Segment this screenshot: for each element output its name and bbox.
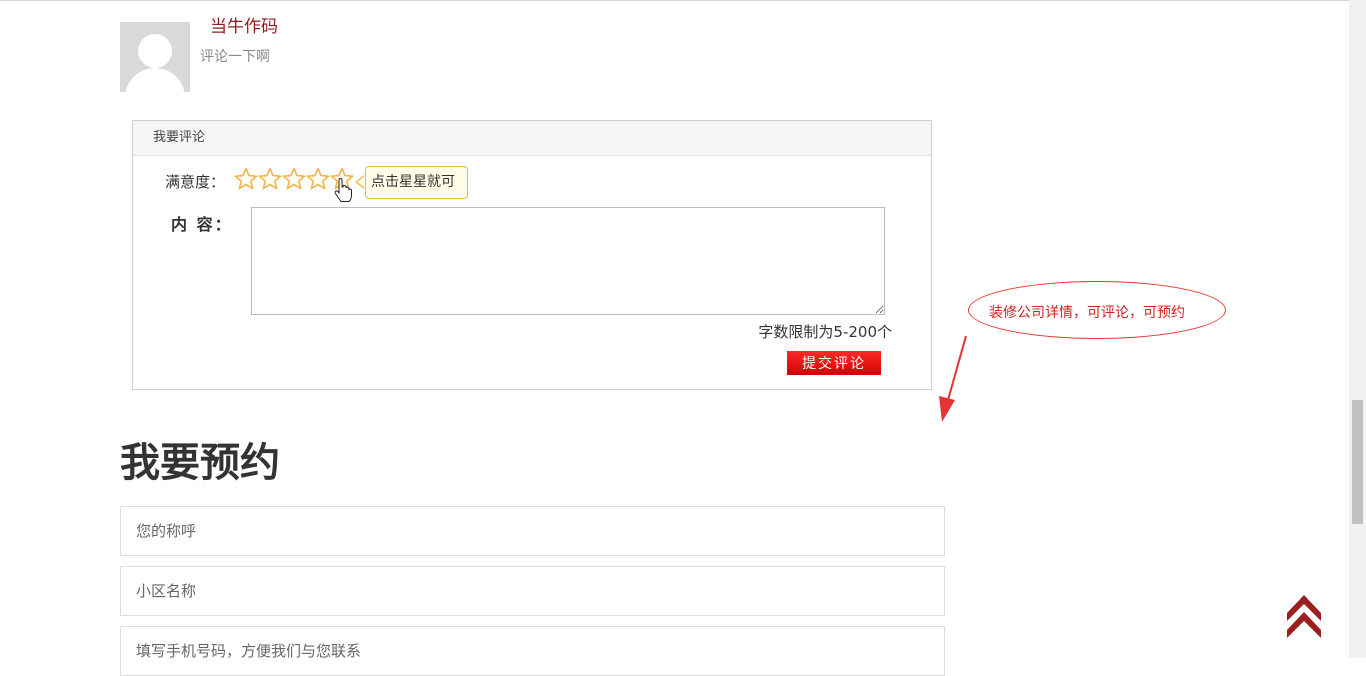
page-scrollbar[interactable] — [1349, 0, 1366, 658]
star-icon[interactable] — [306, 167, 330, 191]
scrollbar-thumb[interactable] — [1352, 400, 1363, 524]
char-limit-text: 字数限制为5-200个 — [758, 323, 892, 341]
comment-content-input[interactable] — [251, 207, 885, 315]
satisfaction-label: 满意度： — [165, 173, 226, 191]
avatar-body-shape — [125, 68, 185, 92]
tooltip-arrow-fill — [357, 176, 365, 188]
annotation-arrow-icon — [939, 335, 967, 422]
hand-pointer-icon — [334, 178, 352, 202]
avatar-head-shape — [138, 34, 172, 68]
comment-author[interactable]: 当牛作码 — [210, 12, 278, 37]
annotation-text: 装修公司详情，可评论，可预约 — [989, 305, 1185, 321]
comment-form: 我要评论 满意度： 点击星星就可 内 容： 字数限制为5-200个 提交评论 — [132, 120, 932, 390]
name-input[interactable] — [120, 506, 945, 556]
submit-comment-button[interactable]: 提交评论 — [787, 351, 881, 375]
star-icon[interactable] — [234, 167, 258, 191]
double-chevron-up-icon[interactable] — [1286, 594, 1322, 640]
star-icon[interactable] — [282, 167, 306, 191]
comment-text: 评论一下啊 — [200, 49, 270, 65]
content-label: 内 容： — [171, 215, 233, 234]
star-icon[interactable] — [258, 167, 282, 191]
user-avatar — [120, 22, 190, 92]
phone-input[interactable] — [120, 626, 945, 676]
booking-title: 我要预约 — [120, 440, 280, 486]
comment-form-header: 我要评论 — [133, 121, 931, 156]
page-top-border — [0, 0, 1350, 1]
rating-tooltip: 点击星星就可 — [365, 166, 468, 199]
community-name-input[interactable] — [120, 566, 945, 616]
